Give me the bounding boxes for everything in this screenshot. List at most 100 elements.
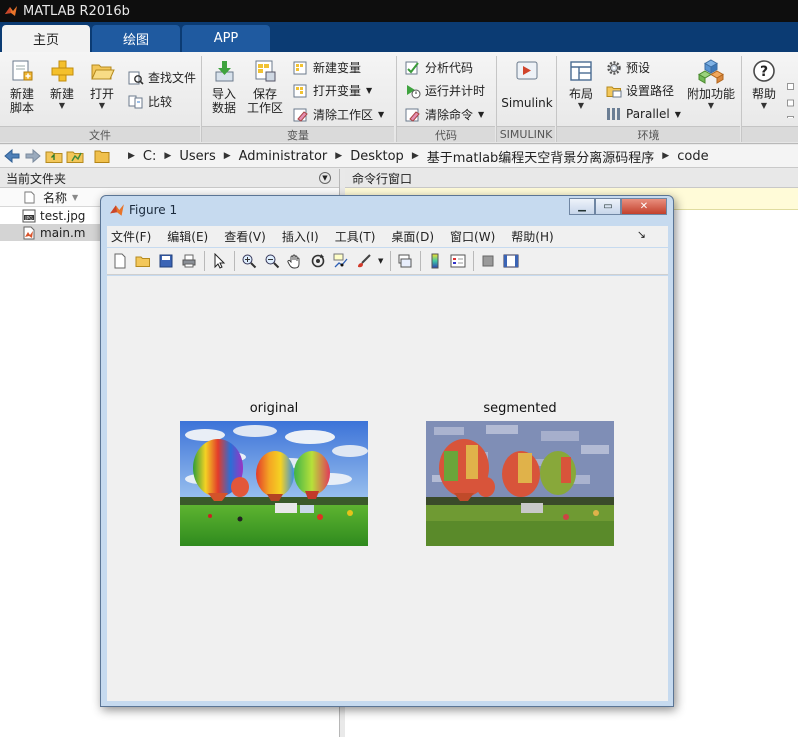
insert-colorbar-button[interactable]: [426, 252, 444, 270]
figure-canvas[interactable]: original segmented: [107, 276, 668, 701]
open-file-button[interactable]: [134, 252, 152, 270]
segmented-image-axes[interactable]: [426, 421, 614, 546]
menu-tools[interactable]: 工具(T): [335, 228, 376, 245]
tab-apps[interactable]: APP: [182, 25, 270, 52]
hide-plot-tools-button[interactable]: [479, 252, 497, 270]
ribbon: 新建 脚本 新建 ▼ 打开 ▼ 查找文件 比较 文件 导入 数据 保存 工作区 …: [0, 52, 798, 144]
link-plot-button[interactable]: [396, 252, 414, 270]
chevron-down-icon[interactable]: ▼: [378, 257, 383, 265]
add-ons-button[interactable]: 附加功能 ▼: [686, 58, 736, 111]
print-icon: [182, 254, 196, 268]
command-window-header: 命令行窗口: [345, 169, 798, 188]
find-files-icon: [128, 71, 144, 85]
chevron-down-icon: ▼: [366, 86, 373, 95]
browse-folder-icon[interactable]: [66, 148, 84, 164]
show-plot-tools-button[interactable]: [502, 252, 520, 270]
menu-window[interactable]: 窗口(W): [450, 228, 495, 245]
tab-home[interactable]: 主页: [2, 25, 90, 52]
breadcrumb-item[interactable]: code: [677, 149, 708, 164]
figure-menu-bar: 文件(F) 编辑(E) 查看(V) 插入(I) 工具(T) 桌面(D) 窗口(W…: [107, 226, 668, 247]
simulink-button[interactable]: Simulink: [500, 58, 554, 110]
new-script-label: 新建 脚本: [9, 87, 34, 115]
layout-icon: [570, 61, 592, 81]
legend-icon: [450, 254, 466, 268]
pan-button[interactable]: [286, 252, 304, 270]
compare-icon: [128, 95, 143, 108]
run-and-time-label: 运行并计时: [425, 84, 486, 98]
back-arrow-icon[interactable]: [3, 148, 21, 164]
original-image-axes[interactable]: [180, 421, 368, 546]
zoom-in-button[interactable]: [240, 252, 258, 270]
open-button[interactable]: 打开 ▼: [88, 58, 116, 111]
maximize-icon: ▭: [603, 201, 613, 212]
save-workspace-label: 保存 工作区: [246, 87, 283, 115]
plus-icon: [51, 60, 74, 82]
menu-file[interactable]: 文件(F): [111, 228, 151, 245]
compare-button[interactable]: 比较: [128, 93, 172, 110]
breadcrumb-item[interactable]: C:: [143, 149, 156, 164]
clear-workspace-icon: [293, 108, 308, 122]
insert-legend-button[interactable]: [449, 252, 467, 270]
folder-icon: [94, 150, 110, 163]
new-button[interactable]: 新建 ▼: [48, 58, 76, 111]
new-script-button[interactable]: 新建 脚本: [6, 58, 38, 115]
up-folder-icon[interactable]: [45, 148, 63, 164]
set-path-button[interactable]: 设置路径: [606, 82, 674, 99]
edit-plot-button[interactable]: [210, 252, 228, 270]
chevron-down-icon: ▼: [760, 101, 768, 110]
new-variable-button[interactable]: 新建变量: [293, 59, 361, 76]
print-figure-button[interactable]: [180, 252, 198, 270]
set-path-icon: [606, 86, 622, 97]
toolbar-separator: [390, 251, 392, 271]
breadcrumb-item[interactable]: Users: [179, 149, 215, 164]
menu-help[interactable]: 帮助(H): [511, 228, 553, 245]
side-toolbar-icon[interactable]: [786, 58, 798, 118]
data-cursor-button[interactable]: [332, 252, 350, 270]
preferences-button[interactable]: 预设: [606, 59, 650, 76]
parallel-button[interactable]: Parallel ▼: [606, 106, 681, 122]
app-title: MATLAB R2016b: [23, 3, 130, 19]
forward-arrow-icon[interactable]: [24, 148, 42, 164]
clear-commands-button[interactable]: 清除命令 ▼: [405, 106, 484, 123]
run-and-time-button[interactable]: 运行并计时: [405, 82, 485, 99]
save-workspace-button[interactable]: 保存 工作区: [246, 58, 284, 115]
layout-button[interactable]: 布局 ▼: [565, 58, 597, 111]
tab-plots[interactable]: 绘图: [92, 25, 180, 52]
new-figure-button[interactable]: [111, 252, 129, 270]
original-balloon-image: [180, 421, 368, 546]
import-data-button[interactable]: 导入 数据: [208, 58, 240, 115]
minimize-button[interactable]: ▁: [569, 198, 595, 215]
brush-button[interactable]: [355, 252, 373, 270]
command-window-title: 命令行窗口: [352, 171, 413, 186]
save-figure-button[interactable]: [157, 252, 175, 270]
parallel-label: Parallel: [626, 107, 670, 121]
chevron-down-icon: ▼: [58, 101, 66, 110]
breadcrumb-item[interactable]: Desktop: [350, 149, 404, 164]
rotate-3d-button[interactable]: [309, 252, 327, 270]
dock-arrow-icon[interactable]: ↘: [637, 228, 646, 241]
help-button[interactable]: ? 帮助 ▼: [748, 58, 780, 111]
find-files-button[interactable]: 查找文件: [128, 69, 196, 86]
clear-workspace-button[interactable]: 清除工作区 ▼: [293, 106, 384, 123]
group-variable-label: 变量: [202, 126, 394, 142]
run-and-time-icon: [407, 84, 421, 98]
analyze-code-button[interactable]: 分析代码: [405, 59, 473, 76]
add-ons-icon: [698, 59, 724, 84]
close-button[interactable]: ✕: [621, 198, 667, 215]
maximize-button[interactable]: ▭: [595, 198, 621, 215]
folder-open-icon: [135, 256, 150, 267]
menu-desktop[interactable]: 桌面(D): [391, 228, 434, 245]
menu-edit[interactable]: 编辑(E): [167, 228, 208, 245]
panel-menu-icon[interactable]: ▼: [319, 172, 331, 184]
open-variable-button[interactable]: 打开变量 ▼: [293, 82, 372, 99]
new-variable-icon: [293, 61, 307, 74]
breadcrumb-item[interactable]: Administrator: [239, 149, 328, 164]
help-label: 帮助: [751, 87, 776, 101]
zoom-out-button[interactable]: [263, 252, 281, 270]
breadcrumb: ▶ C: ▶ Users ▶ Administrator ▶ Desktop ▶…: [120, 147, 709, 166]
menu-view[interactable]: 查看(V): [224, 228, 266, 245]
breadcrumb-item[interactable]: 基于matlab编程天空背景分离源码程序: [427, 147, 655, 166]
figure-title-bar[interactable]: Figure 1 ▁ ▭ ✕: [101, 196, 673, 224]
menu-insert[interactable]: 插入(I): [282, 228, 319, 245]
link-plot-icon: [398, 254, 412, 268]
